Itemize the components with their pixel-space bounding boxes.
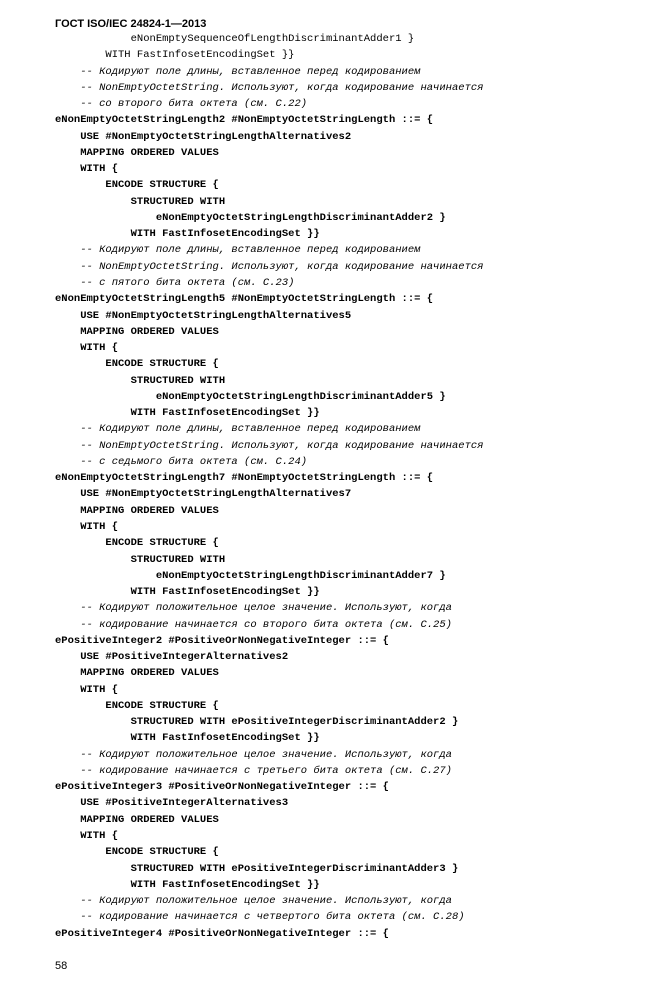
code-line: -- кодирование начинается с третьего бит… [55,763,621,779]
code-line: WITH { [55,340,621,356]
code-line: USE #NonEmptyOctetStringLengthAlternativ… [55,486,621,502]
code-line: WITH FastInfosetEncodingSet }} [55,584,621,600]
code-line: MAPPING ORDERED VALUES [55,503,621,519]
code-line: -- NonEmptyOctetString. Используют, когд… [55,259,621,275]
code-line: eNonEmptyOctetStringLengthDiscriminantAd… [55,389,621,405]
code-line: ENCODE STRUCTURE { [55,535,621,551]
code-line: -- со второго бита октета (см. С.22) [55,96,621,112]
code-line: -- с пятого бита октета (см. С.23) [55,275,621,291]
code-line: ePositiveInteger4 #PositiveOrNonNegative… [55,926,621,942]
code-line: MAPPING ORDERED VALUES [55,665,621,681]
code-line: -- Кодируют положительное целое значение… [55,893,621,909]
code-line: USE #NonEmptyOctetStringLengthAlternativ… [55,129,621,145]
code-line: -- Кодируют поле длины, вставленное пере… [55,421,621,437]
code-line: WITH FastInfosetEncodingSet }} [55,226,621,242]
code-line: WITH { [55,682,621,698]
code-content: eNonEmptySequenceOfLengthDiscriminantAdd… [55,31,621,942]
code-line: eNonEmptyOctetStringLength2 #NonEmptyOct… [55,112,621,128]
code-line: -- кодирование начинается с четвертого б… [55,909,621,925]
code-line: ENCODE STRUCTURE { [55,177,621,193]
code-line: -- Кодируют поле длины, вставленное пере… [55,242,621,258]
code-line: STRUCTURED WITH ePositiveIntegerDiscrimi… [55,861,621,877]
code-line: USE #PositiveIntegerAlternatives2 [55,649,621,665]
code-line: ENCODE STRUCTURE { [55,844,621,860]
code-line: -- Кодируют поле длины, вставленное пере… [55,64,621,80]
code-line: -- с седьмого бита октета (см. С.24) [55,454,621,470]
code-line: WITH { [55,161,621,177]
code-line: eNonEmptyOctetStringLengthDiscriminantAd… [55,210,621,226]
code-line: eNonEmptyOctetStringLength7 #NonEmptyOct… [55,470,621,486]
code-line: STRUCTURED WITH [55,552,621,568]
code-line: eNonEmptyOctetStringLengthDiscriminantAd… [55,568,621,584]
page-header: ГОСТ ISO/IEC 24824-1—2013 [55,18,621,31]
code-line: MAPPING ORDERED VALUES [55,812,621,828]
code-line: -- Кодируют положительное целое значение… [55,747,621,763]
code-line: -- кодирование начинается со второго бит… [55,617,621,633]
code-line: STRUCTURED WITH [55,194,621,210]
code-line: MAPPING ORDERED VALUES [55,145,621,161]
code-line: USE #PositiveIntegerAlternatives3 [55,795,621,811]
code-line: -- Кодируют положительное целое значение… [55,600,621,616]
code-line: WITH FastInfosetEncodingSet }} [55,877,621,893]
code-line: eNonEmptyOctetStringLength5 #NonEmptyOct… [55,291,621,307]
code-line: USE #NonEmptyOctetStringLengthAlternativ… [55,308,621,324]
code-line: WITH FastInfosetEncodingSet }} [55,730,621,746]
code-line: MAPPING ORDERED VALUES [55,324,621,340]
code-line: WITH { [55,828,621,844]
code-line: WITH FastInfosetEncodingSet }} [55,47,621,63]
code-line: WITH { [55,519,621,535]
code-line: eNonEmptySequenceOfLengthDiscriminantAdd… [55,31,621,47]
code-line: WITH FastInfosetEncodingSet }} [55,405,621,421]
page-number: 58 [55,960,621,972]
code-line: -- NonEmptyOctetString. Используют, когд… [55,438,621,454]
code-line: ePositiveInteger2 #PositiveOrNonNegative… [55,633,621,649]
code-line: ENCODE STRUCTURE { [55,698,621,714]
code-line: STRUCTURED WITH ePositiveIntegerDiscrimi… [55,714,621,730]
code-line: ePositiveInteger3 #PositiveOrNonNegative… [55,779,621,795]
code-line: ENCODE STRUCTURE { [55,356,621,372]
document-title: ГОСТ ISO/IEC 24824-1—2013 [55,18,206,30]
code-line: STRUCTURED WITH [55,373,621,389]
code-line: -- NonEmptyOctetString. Используют, когд… [55,80,621,96]
